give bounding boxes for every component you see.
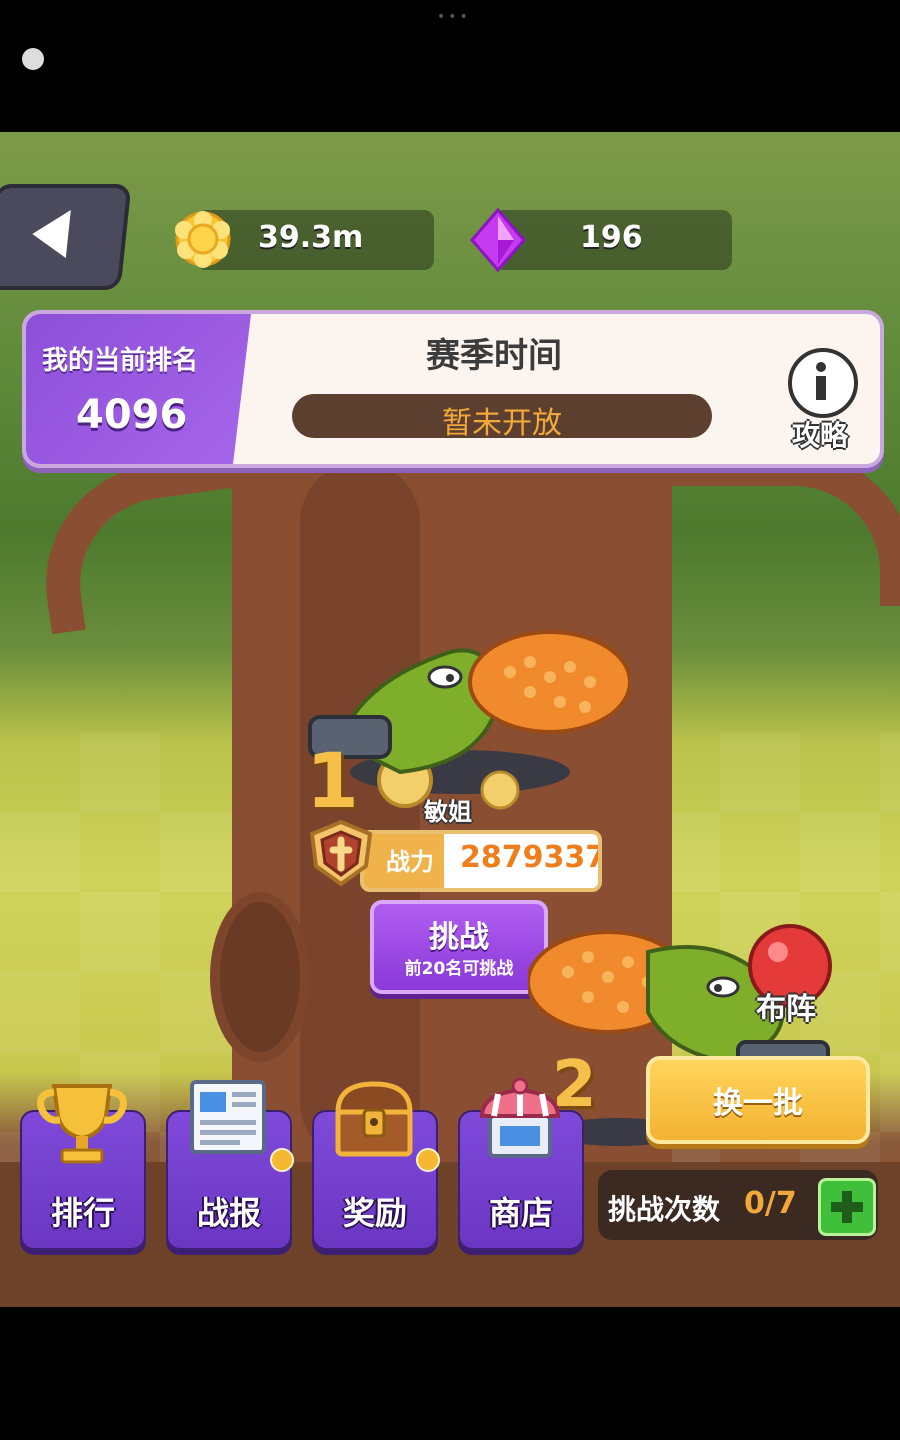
opponent-1-power: 战力 2879337 bbox=[360, 830, 602, 892]
menu-label: 商店 bbox=[488, 1194, 553, 1232]
my-rank-title: 我的当前排名 bbox=[42, 346, 199, 376]
swap-batch-button[interactable]: 换一批 bbox=[646, 1056, 870, 1144]
opponent-1-name: 敏姐 bbox=[424, 798, 472, 826]
swap-label: 换一批 bbox=[713, 1086, 803, 1121]
menu-label: 战报 bbox=[196, 1194, 261, 1232]
challenge-button[interactable]: 挑战 前20名可挑战 bbox=[370, 900, 548, 994]
camera-dot-icon bbox=[22, 48, 44, 70]
challenge-count-label: 挑战次数 bbox=[608, 1193, 721, 1226]
guide-button[interactable] bbox=[788, 348, 858, 418]
more-dots-icon: ••• bbox=[437, 9, 471, 25]
power-value: 2879337 bbox=[460, 840, 602, 875]
add-challenge-button[interactable] bbox=[818, 1178, 876, 1236]
coin-icon bbox=[175, 211, 231, 268]
gem-value: 196 bbox=[580, 220, 643, 255]
season-status: 暂未开放 bbox=[442, 406, 562, 441]
menu-ranking-button[interactable]: 排行 bbox=[20, 1084, 146, 1250]
treasure-chest-icon bbox=[335, 1081, 413, 1157]
menu-label: 排行 bbox=[50, 1194, 115, 1232]
challenge-count-value: 0/7 bbox=[744, 1186, 797, 1221]
info-icon bbox=[816, 362, 826, 372]
opponent-1-rank: 1 bbox=[306, 736, 359, 825]
device-status-bar: ••• bbox=[0, 0, 900, 132]
notification-dot bbox=[416, 1148, 440, 1172]
coin-value: 39.3m bbox=[258, 220, 364, 255]
challenge-count-bar: 挑战次数 0/7 bbox=[598, 1170, 878, 1240]
device-bottom-bar bbox=[0, 1307, 900, 1440]
back-arrow-icon bbox=[29, 210, 71, 258]
my-rank-value: 4096 bbox=[76, 392, 188, 438]
my-rank-box: 我的当前排名 4096 bbox=[26, 314, 251, 464]
guide-label[interactable]: 攻略 bbox=[792, 414, 848, 454]
shop-icon bbox=[479, 1077, 561, 1158]
tree-knot bbox=[210, 892, 310, 1062]
newspaper-icon bbox=[190, 1080, 266, 1154]
menu-shop-button[interactable]: 商店 bbox=[458, 1077, 584, 1250]
power-label: 战力 bbox=[386, 848, 434, 876]
lineup-button[interactable]: 布阵 bbox=[756, 984, 816, 1028]
back-button[interactable] bbox=[0, 184, 132, 290]
season-panel: 我的当前排名 4096 赛季时间 暂未开放 攻略 bbox=[22, 310, 884, 468]
tree-branch-right bbox=[640, 452, 900, 606]
season-title: 赛季时间 bbox=[426, 336, 562, 376]
game-screen: 39.3m 196 我的当前排名 4096 赛季时间 暂未开放 攻略 1 敏姐 … bbox=[0, 132, 900, 1307]
menu-label: 奖励 bbox=[342, 1194, 407, 1232]
trophy-icon bbox=[37, 1084, 127, 1164]
challenge-label: 挑战 bbox=[429, 920, 489, 955]
menu-reward-button[interactable]: 奖励 bbox=[312, 1081, 440, 1250]
notification-dot bbox=[270, 1148, 294, 1172]
menu-report-button[interactable]: 战报 bbox=[166, 1080, 294, 1250]
power-shield-icon bbox=[309, 819, 373, 887]
gem-counter: 196 bbox=[494, 210, 732, 270]
gem-icon bbox=[470, 208, 526, 272]
challenge-sub: 前20名可挑战 bbox=[404, 959, 514, 979]
season-status-bar: 暂未开放 bbox=[292, 394, 712, 441]
